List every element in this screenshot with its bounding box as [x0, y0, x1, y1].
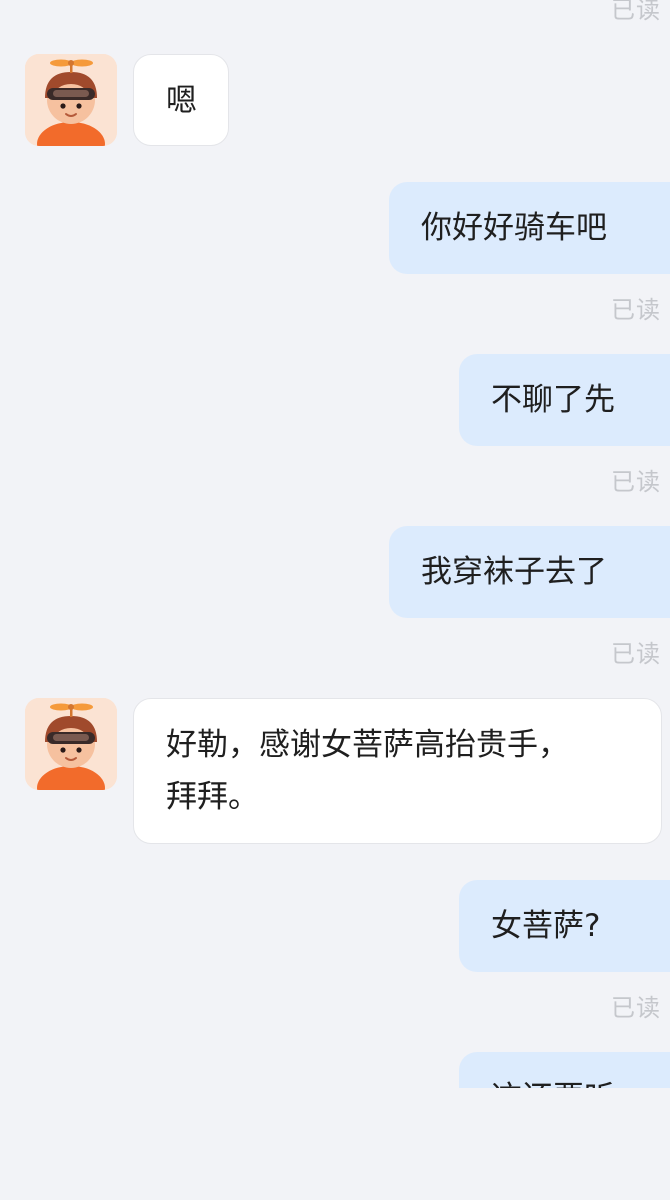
contact-avatar[interactable] [25, 698, 117, 790]
message-bubble-outgoing[interactable]: 女菩萨? [459, 880, 670, 972]
message-text: 我穿袜子去了 [421, 554, 607, 590]
message-text-line: 好勒，感谢女菩萨高抬贵手， [166, 727, 569, 763]
message-text: 你好好骑车吧 [421, 210, 607, 246]
message-bubble-incoming[interactable]: 嗯 [133, 54, 229, 146]
read-receipt: 已读 [611, 994, 661, 1022]
read-receipt: 已读 [611, 640, 661, 668]
message-bubble-incoming[interactable]: 好勒，感谢女菩萨高抬贵手， 拜拜。 [133, 698, 662, 844]
chat-message-list[interactable]: 已读 嗯 你好好骑车吧 已读 不聊了先 已读 我穿袜子去了 已读 好勒，感谢女菩… [0, 0, 670, 1088]
message-bubble-outgoing[interactable]: 不聊了先 [459, 354, 670, 446]
message-bubble-outgoing[interactable]: 我穿袜子去了 [389, 526, 670, 618]
propeller-cap-boy-avatar-icon [25, 54, 117, 146]
message-text: 不聊了先 [491, 382, 615, 418]
message-text: 这还要听 [491, 1072, 670, 1088]
message-bubble-outgoing[interactable]: 你好好骑车吧 [389, 182, 670, 274]
propeller-cap-boy-avatar-icon [25, 698, 117, 790]
bottom-blank-area [0, 1088, 670, 1200]
read-receipt: 已读 [611, 296, 661, 324]
read-receipt: 已读 [611, 468, 661, 496]
message-bubble-outgoing[interactable]: 这还要听 [459, 1052, 670, 1088]
read-receipt: 已读 [611, 0, 661, 24]
contact-avatar[interactable] [25, 54, 117, 146]
message-text: 女菩萨? [491, 908, 601, 944]
message-text-line: 拜拜。 [166, 779, 259, 815]
message-text: 嗯 [166, 83, 197, 119]
